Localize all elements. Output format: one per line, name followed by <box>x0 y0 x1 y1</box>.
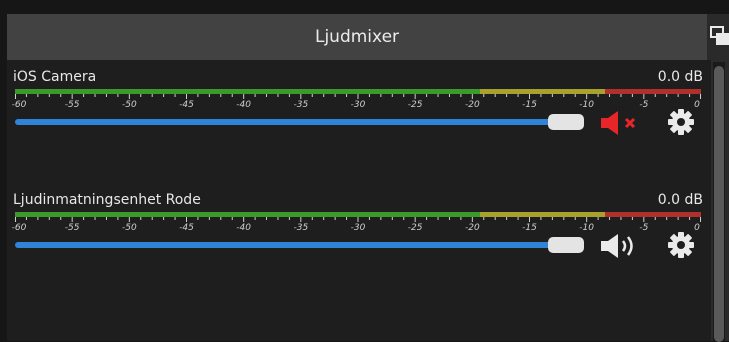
meter-tick-label: -15 <box>522 100 537 110</box>
meter-tick-label: -35 <box>293 223 309 233</box>
meter-tick-label: -5 <box>639 100 649 110</box>
audio-mixer-dock: Ljudmixer iOS Camera 0.0 dB -60 -55 -50 -45… <box>7 14 729 342</box>
meter-tick-label: -40 <box>236 100 252 110</box>
meter-tick-label: -40 <box>236 223 252 233</box>
meter-tick-label: -30 <box>350 223 366 233</box>
channel-name: Ljudinmatningsenhet Rode <box>13 192 201 208</box>
meter-tick-label: -10 <box>579 223 595 233</box>
meter-tick-label: -45 <box>179 223 194 233</box>
mixer-channel: Ljudinmatningsenhet Rode 0.0 dB -60 -55 -5… <box>7 192 711 302</box>
volume-slider-handle[interactable] <box>548 114 584 130</box>
volume-slider-handle[interactable] <box>548 237 584 253</box>
scrollbar[interactable] <box>713 62 725 342</box>
mixer-channel: iOS Camera 0.0 dB -60 -55 -50 -45 -40 -35 -30 -… <box>7 69 711 179</box>
meter-tick-label: -45 <box>179 100 194 110</box>
meter-tick-label: -55 <box>64 223 80 233</box>
meter-tick-label: -20 <box>464 100 480 110</box>
channel-db-level: 0.0 dB <box>657 192 703 208</box>
meter-tick-label: -25 <box>407 223 423 233</box>
dock-float-icon[interactable] <box>710 26 729 46</box>
meter-tick-label: -50 <box>121 223 137 233</box>
top-strip <box>0 0 729 14</box>
meter-tick-label: -5 <box>639 223 649 233</box>
meter-tick-label: -55 <box>64 100 80 110</box>
mixer-panel: iOS Camera 0.0 dB -60 -55 -50 -45 -40 -35 -30 -… <box>7 60 711 341</box>
speaker-on-icon[interactable] <box>599 233 643 259</box>
meter-tick-label: -10 <box>579 100 595 110</box>
dock-title: Ljudmixer <box>314 27 400 47</box>
dock-titlebar[interactable]: Ljudmixer <box>7 14 707 60</box>
gear-icon[interactable] <box>667 231 695 259</box>
meter-tick-label: -25 <box>407 100 423 110</box>
meter-tick-label: -20 <box>464 223 480 233</box>
meter-tick-label: -15 <box>522 223 537 233</box>
meter-tick-label: -60 <box>11 100 27 110</box>
meter-tick-label: -35 <box>293 100 309 110</box>
meter-tick-label: -50 <box>121 100 137 110</box>
meter-tick-label: -60 <box>11 223 27 233</box>
gear-icon[interactable] <box>667 108 695 136</box>
volume-slider-track[interactable] <box>15 242 555 248</box>
speaker-muted-icon[interactable] <box>599 110 643 136</box>
scrollbar-thumb[interactable] <box>714 66 724 342</box>
volume-slider-track[interactable] <box>15 119 555 125</box>
channel-db-level: 0.0 dB <box>657 69 703 85</box>
channel-name: iOS Camera <box>13 69 97 85</box>
meter-tick-label: -30 <box>350 100 366 110</box>
